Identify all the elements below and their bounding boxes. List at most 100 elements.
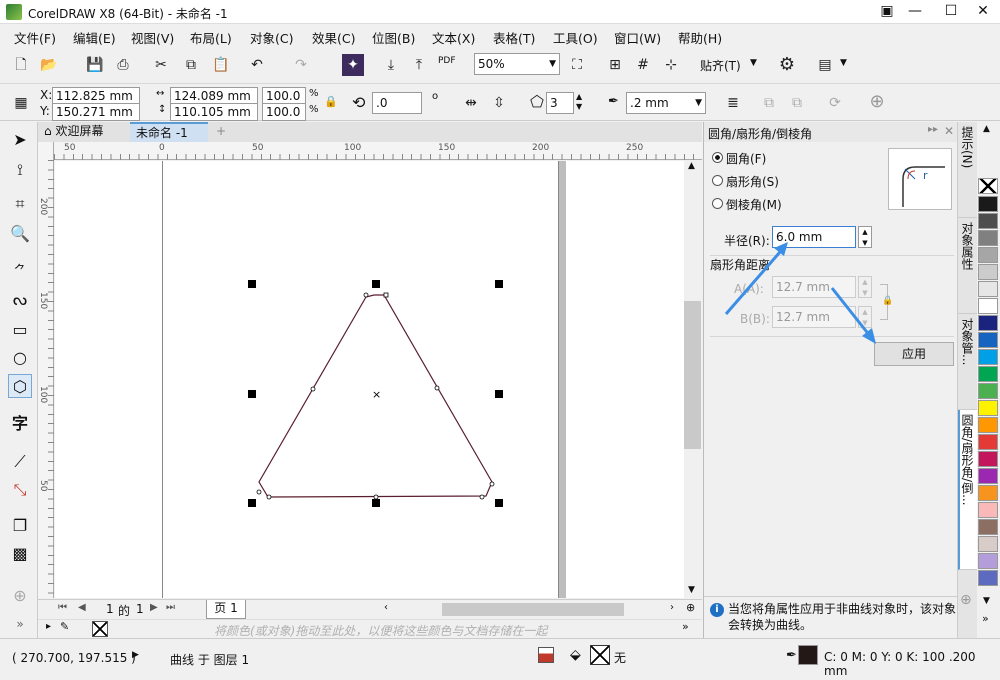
menu-effects[interactable]: 效果(C) [312,28,355,47]
apply-button[interactable]: 应用 [874,342,954,366]
distance-b-spinner[interactable]: ▲ ▼ [858,306,872,328]
menu-object[interactable]: 对象(C) [250,28,293,47]
color-swatch[interactable] [978,468,998,484]
maximize-button[interactable]: ☐ [934,0,968,24]
drop-shadow-icon[interactable]: ❐ [8,514,32,538]
radius-input[interactable]: 6.0 mm [772,226,856,248]
selection-handle[interactable] [248,280,256,288]
connector-tool-icon[interactable]: ⤡ [8,478,32,502]
selection-handle[interactable] [372,280,380,288]
text-tool-icon[interactable]: 字 [8,412,32,436]
color-swatch[interactable] [978,281,998,297]
palette-expand-icon[interactable]: » [682,620,689,633]
color-swatch[interactable] [978,298,998,314]
horizontal-ruler[interactable]: 50 0 50 100 150 200 250 [54,142,702,160]
color-swatch[interactable] [978,536,998,552]
color-swatch[interactable] [978,451,998,467]
tab-document[interactable]: 未命名 -1 [130,122,208,142]
selection-handle[interactable] [248,390,256,398]
close-icon[interactable]: ✕ [944,124,954,138]
crop-tool-icon[interactable]: ⌗ [8,192,32,216]
distance-b-input[interactable]: 12.7 mm [772,306,856,328]
selection-handle[interactable] [372,499,380,507]
last-page-icon[interactable]: ⏭ [166,602,175,613]
color-swatch[interactable] [978,332,998,348]
color-swatch[interactable] [978,349,998,365]
palette-expand-icon[interactable]: » [982,612,989,625]
scroll-left-icon[interactable]: ‹ [384,602,388,613]
page-tab[interactable]: 页 1 [206,600,246,619]
menu-text[interactable]: 文本(X) [432,28,475,47]
polygon-tool-icon[interactable]: ⬡ [8,374,32,398]
color-swatch[interactable] [978,213,998,229]
add-docker-icon[interactable]: ⊕ [960,592,972,608]
outline-color-swatch[interactable] [798,645,818,665]
add-icon[interactable]: ⊕ [866,91,888,113]
rotation-angle-input[interactable]: .0 [372,92,422,114]
full-screen-icon[interactable]: ⛶ [566,54,588,76]
chevron-down-icon[interactable]: ▼ [750,58,757,68]
tab-fillet[interactable]: 圆角/扇形角/倒... [958,410,978,570]
color-swatch[interactable] [978,264,998,280]
previous-page-icon[interactable]: ◀ [78,602,86,613]
sides-spinner[interactable]: ▲ ▼ [576,92,582,112]
lock-ratio-icon[interactable]: 🔒 [324,95,338,108]
color-proof-icon[interactable] [538,647,554,663]
triangle-shape[interactable]: × [55,161,684,598]
radio-fillet[interactable] [712,152,723,163]
next-page-icon[interactable]: ▶ [150,602,158,613]
copy-icon[interactable]: ⧉ [180,54,202,76]
save-icon[interactable]: 💾 [84,54,106,76]
break-apart-icon[interactable]: ⧉ [786,92,808,114]
tab-object-properties[interactable]: 对象属性 [958,218,978,314]
color-swatch[interactable] [978,400,998,416]
zoom-tool-icon[interactable]: 🔍 [8,222,32,246]
menu-layout[interactable]: 布局(L) [190,28,232,47]
shape-tool-icon[interactable]: ⟟ [8,158,32,182]
option-scallop-label[interactable]: 扇形角(S) [726,173,779,190]
y-position-input[interactable]: 150.271 mm [52,103,140,121]
no-color-swatch[interactable] [92,621,108,637]
print-icon[interactable]: ⎙ [112,54,134,76]
menu-file[interactable]: 文件(F) [14,28,56,47]
cut-icon[interactable]: ✂ [150,54,172,76]
publish-pdf-icon[interactable]: PDF [438,56,456,66]
drawing-canvas[interactable]: × [55,161,684,598]
export-icon[interactable]: ⤒ [408,54,430,76]
ellipse-tool-icon[interactable]: ○ [8,346,32,370]
color-swatch[interactable] [978,553,998,569]
scroll-thumb[interactable] [684,301,701,449]
eyedropper-icon[interactable]: ✎ [60,620,69,633]
menu-view[interactable]: 视图(V) [131,28,174,47]
color-swatch[interactable] [978,366,998,382]
horizontal-scroll-thumb[interactable] [442,603,624,616]
selection-handle[interactable] [495,390,503,398]
minimize-button[interactable]: — [898,0,932,24]
scroll-up-icon[interactable]: ▲ [688,161,695,171]
distance-a-input[interactable]: 12.7 mm [772,276,856,298]
new-document-icon[interactable]: 🗋 [10,54,32,76]
close-button[interactable]: ✕ [966,0,1000,24]
palette-up-icon[interactable]: ▲ [983,124,990,134]
expand-toolbox-icon[interactable]: » [8,612,32,636]
wrap-text-icon[interactable]: ≣ [722,92,744,114]
color-swatch[interactable] [978,434,998,450]
collapse-docker-icon[interactable]: ▸▸ [928,124,938,135]
snap-to-dropdown[interactable]: 贴齐(T) [700,57,741,74]
freehand-tool-icon[interactable]: ⺈ [8,258,32,282]
pick-tool-icon[interactable]: ➤ [8,128,32,152]
parallel-dimension-icon[interactable]: ⟋ [8,450,32,474]
color-swatch[interactable] [978,196,998,212]
radio-chamfer[interactable] [712,198,723,209]
menu-window[interactable]: 窗口(W) [614,28,661,47]
menu-edit[interactable]: 编辑(E) [73,28,116,47]
show-grid-icon[interactable]: # [632,54,654,76]
color-swatch[interactable] [978,247,998,263]
tab-hints[interactable]: 提示(N) [958,122,978,218]
rectangle-tool-icon[interactable]: ▭ [8,318,32,342]
color-swatch[interactable] [978,230,998,246]
redo-icon[interactable]: ↷ [290,54,312,76]
application-launcher-icon[interactable]: ▤ [814,54,836,76]
color-swatch[interactable] [978,315,998,331]
show-guidelines-icon[interactable]: ⊹ [660,54,682,76]
